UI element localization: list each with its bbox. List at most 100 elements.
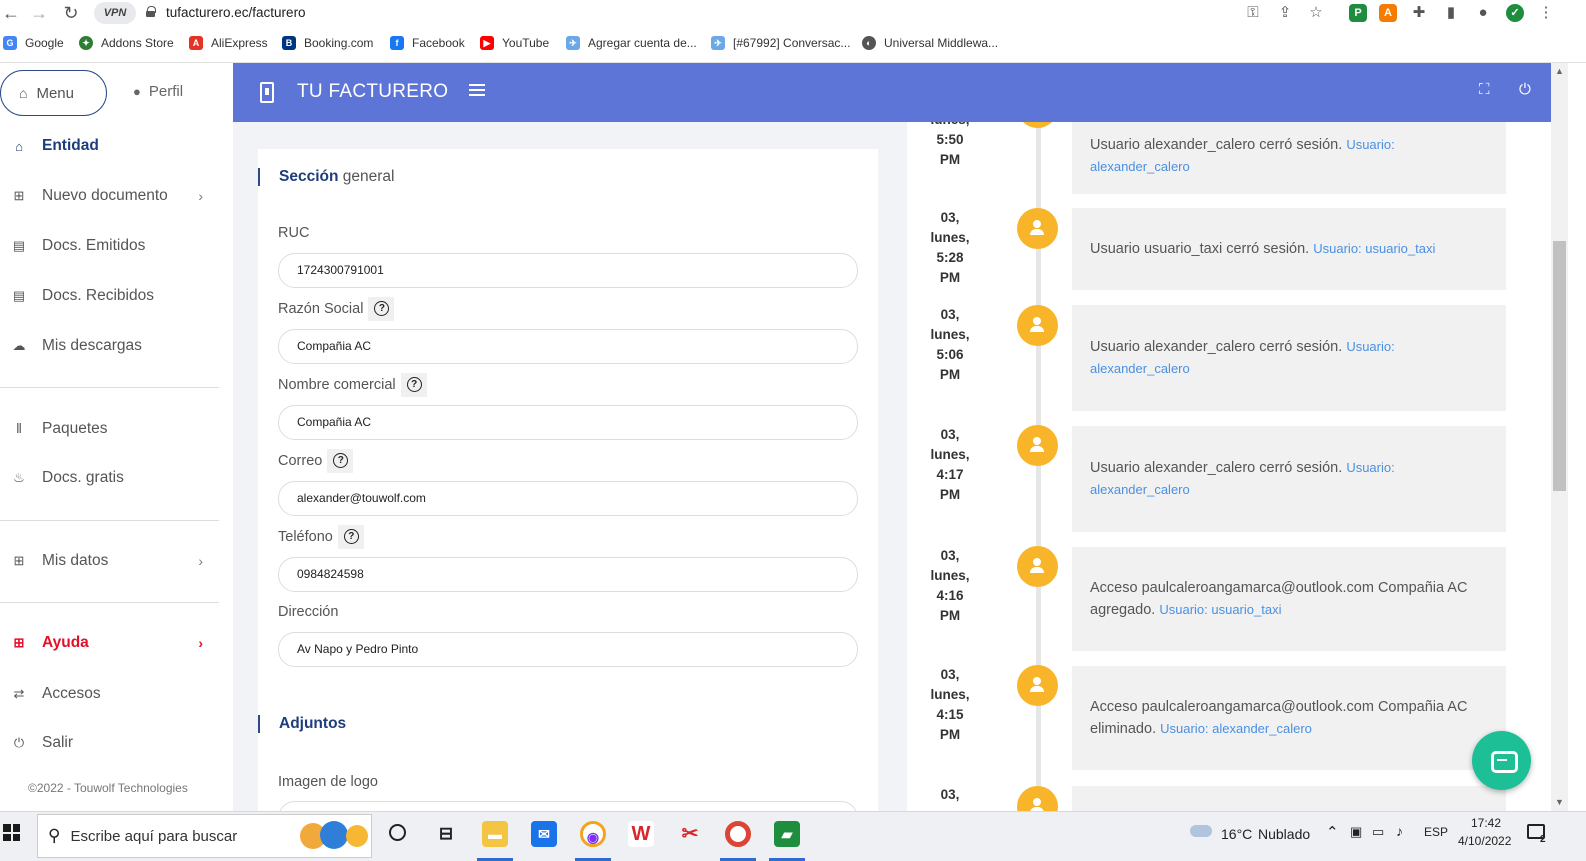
user-icon [1017, 546, 1058, 587]
extension-icon[interactable]: A [1379, 4, 1397, 22]
booking-icon: B [282, 36, 296, 50]
file-explorer-icon[interactable]: ▬ [482, 821, 508, 847]
user-icon [1017, 425, 1058, 466]
sidebar-item-entidad[interactable]: ⌂ Entidad [11, 137, 211, 155]
timeline-item: Usuario usuario_taxi cerró sesión. Usuar… [1072, 208, 1506, 290]
mail-icon[interactable]: ✉ [531, 821, 557, 847]
timeline-date: 03, lunes, 5:28 PM [930, 210, 970, 285]
user-link[interactable]: Usuario: usuario_taxi [1313, 241, 1435, 256]
menu-tab[interactable]: ⌂ Menu [0, 70, 107, 116]
sidebar-item-docs-recibidos[interactable]: ▤ Docs. Recibidos [11, 287, 211, 305]
user-icon [1017, 208, 1058, 249]
chrome-icon[interactable] [725, 821, 751, 847]
page-scrollbar[interactable]: ▲ ▼ [1551, 63, 1568, 811]
volume-icon[interactable]: ♪ [1396, 823, 1403, 839]
razon-social-field[interactable]: Compañia AC [278, 329, 858, 364]
section-title-adjuntos: Adjuntos [258, 715, 346, 733]
sidebar-item-mis-descargas[interactable]: ☁ Mis descargas [11, 337, 211, 355]
kebab-menu-icon[interactable]: ⋮ [1536, 3, 1556, 23]
timeline-date: 03, lunes, 4:17 PM [930, 427, 970, 502]
wps-office-icon[interactable]: W [628, 821, 654, 847]
perfil-tab[interactable]: ● Perfil [133, 83, 183, 100]
url-text[interactable]: tufacturero.ec/facturero [166, 5, 306, 20]
browser-app-icon[interactable]: ◉ [580, 821, 606, 847]
youtube-icon: ▶ [480, 36, 494, 50]
share-icon[interactable]: ⇪ [1275, 3, 1295, 23]
bookmark-facebook[interactable]: f Facebook [390, 36, 465, 50]
user-link[interactable]: Usuario: usuario_taxi [1159, 602, 1281, 617]
timeline-item: Acceso paulcaleroangamarca@outlook.com C… [1072, 547, 1506, 651]
power-icon[interactable]: ⏻ [1519, 81, 1531, 98]
puzzle-icon[interactable]: ✚ [1409, 3, 1429, 23]
taskbar-search-input[interactable]: ⚲ Escribe aquí para buscar [37, 814, 372, 858]
home-icon: ⌂ [15, 138, 23, 154]
bookmark-conversacion[interactable]: ✈ [#67992] Conversac... [711, 36, 850, 50]
telefono-field[interactable]: 0984824598 [278, 557, 858, 592]
aliexpress-icon: A [189, 36, 203, 50]
clipboard-icon: ▤ [12, 288, 26, 303]
chevron-right-icon: › [198, 553, 203, 569]
weather-text[interactable]: Nublado [1258, 826, 1310, 842]
sidebar-item-docs-emitidos[interactable]: ▤ Docs. Emitidos [11, 237, 211, 255]
sidebar-item-ayuda[interactable]: ⊞ Ayuda › [11, 634, 211, 652]
bookmark-universal-middleware[interactable]: ◐ Universal Middlewa... [862, 36, 998, 50]
ruc-field[interactable]: 1724300791001 [278, 253, 858, 288]
bookmark-aliexpress[interactable]: A AliExpress [189, 36, 268, 50]
sidepanel-icon[interactable]: ▮ [1441, 3, 1461, 23]
help-circle-icon[interactable] [327, 449, 354, 473]
scroll-up-icon[interactable]: ▲ [1555, 66, 1564, 76]
fullscreen-icon[interactable]: ⛶ [1479, 81, 1490, 98]
clipboard-icon: ▤ [12, 238, 26, 253]
clock-time[interactable]: 17:42 [1471, 816, 1501, 830]
cortana-icon[interactable] [389, 824, 406, 841]
tray-app-icon[interactable]: ▣ [1350, 824, 1362, 840]
user-link[interactable]: Usuario: alexander_calero [1160, 721, 1312, 736]
sidebar-item-salir[interactable]: ⏻ Salir [11, 734, 211, 752]
reload-icon[interactable]: ↻ [60, 2, 82, 24]
scroll-down-icon[interactable]: ▼ [1555, 797, 1564, 807]
profile-icon[interactable]: ● [1473, 3, 1493, 23]
key-icon[interactable]: ⚿ [1243, 3, 1263, 23]
back-arrow-icon[interactable]: ← [0, 2, 22, 24]
extension-icon[interactable]: P [1349, 4, 1367, 22]
sidebar-item-mis-datos[interactable]: ⊞ Mis datos › [11, 552, 211, 570]
windows-start-icon[interactable] [3, 824, 20, 841]
app-logo-icon [260, 82, 274, 103]
correo-field[interactable]: alexander@touwolf.com [278, 481, 858, 516]
snipping-tool-icon[interactable]: ✂ [677, 821, 703, 847]
hamburger-menu-icon[interactable] [469, 84, 485, 98]
nombre-comercial-field[interactable]: Compañia AC [278, 405, 858, 440]
scroll-thumb[interactable] [1553, 241, 1566, 491]
sidebar-item-accesos[interactable]: ⇄ Accesos [11, 685, 211, 703]
bookmark-addons-store[interactable]: ✦ Addons Store [79, 36, 174, 50]
direccion-field[interactable]: Av Napo y Pedro Pinto [278, 632, 858, 667]
sidebar-item-nuevo-documento[interactable]: ⊞ Nuevo documento › [11, 187, 211, 205]
star-icon[interactable]: ☆ [1306, 3, 1326, 23]
clock-date[interactable]: 4/10/2022 [1458, 834, 1511, 848]
bookmark-agregar-cuenta[interactable]: ✈ Agregar cuenta de... [566, 36, 697, 50]
weather-temp[interactable]: 16°C [1221, 826, 1252, 842]
lock-icon[interactable] [146, 6, 156, 17]
telefono-label: Teléfono [278, 525, 364, 549]
sidebar-item-docs-gratis[interactable]: ♨ Docs. gratis [11, 469, 211, 487]
vpn-badge[interactable]: VPN [94, 2, 136, 24]
bookmark-google[interactable]: G Google [3, 36, 64, 50]
language-indicator[interactable]: ESP [1424, 825, 1448, 839]
bookmark-youtube[interactable]: ▶ YouTube [480, 36, 549, 50]
plus-square-icon: ⊞ [13, 553, 25, 568]
sidebar-item-paquetes[interactable]: ⦀ Paquetes [11, 420, 211, 438]
task-view-icon[interactable]: ⊟ [433, 821, 459, 847]
bookmark-booking[interactable]: B Booking.com [282, 36, 373, 50]
help-circle-icon[interactable] [368, 297, 395, 321]
help-circle-icon[interactable] [337, 525, 364, 549]
chat-button[interactable] [1472, 731, 1531, 790]
network-icon[interactable]: ▭ [1372, 824, 1384, 840]
user-icon [1017, 665, 1058, 706]
shield-icon[interactable]: ✓ [1506, 4, 1524, 22]
chevron-up-icon[interactable]: ⌃ [1326, 823, 1339, 841]
forward-arrow-icon[interactable]: → [28, 2, 50, 24]
chat-app-icon[interactable]: ▰ [774, 821, 800, 847]
help-circle-icon[interactable] [400, 373, 427, 397]
correo-label: Correo [278, 449, 354, 473]
timeline-date: 03, lunes, 5:06 PM [930, 307, 970, 382]
